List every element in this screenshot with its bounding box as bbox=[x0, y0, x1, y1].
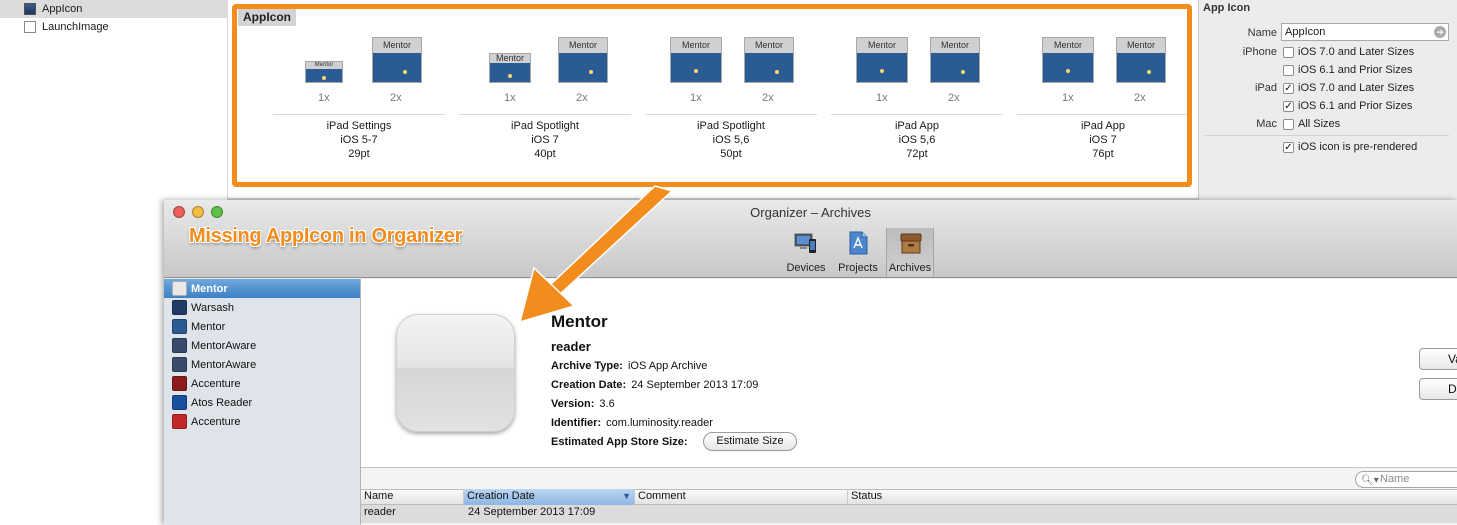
version-row: Version: 3.6 bbox=[551, 398, 615, 410]
column-creation-date[interactable]: Creation Date ▼ bbox=[464, 489, 635, 505]
ipad-label: iPad bbox=[1254, 82, 1277, 94]
placeholder-app-icon bbox=[396, 314, 515, 432]
archive-list-item[interactable]: MentorAware bbox=[164, 355, 360, 374]
sort-descending-icon: ▼ bbox=[622, 491, 631, 501]
name-field[interactable]: AppIcon ➔ bbox=[1281, 23, 1449, 41]
search-icon: 🔍︎▾ bbox=[1361, 475, 1379, 486]
app-thumbnail-icon bbox=[172, 395, 187, 410]
identifier-label: Identifier: bbox=[551, 417, 602, 429]
validate-button-label: Va bbox=[1448, 352, 1457, 366]
validate-button[interactable]: Va bbox=[1419, 348, 1457, 370]
identifier-row: Identifier: com.luminosity.reader bbox=[551, 417, 713, 429]
prerendered-checkbox[interactable]: ✓ bbox=[1283, 142, 1294, 153]
version-value: 3.6 bbox=[599, 398, 615, 410]
column-comment[interactable]: Comment bbox=[635, 489, 848, 505]
row-creation-date-cell: 24 September 2013 17:09 bbox=[468, 506, 596, 518]
archive-list-label: Warsash bbox=[191, 301, 234, 314]
iphone-ios6-label: iOS 6.1 and Prior Sizes bbox=[1298, 64, 1413, 76]
inspector-divider bbox=[1205, 135, 1449, 136]
projects-icon bbox=[849, 231, 868, 255]
inspector-title: App Icon bbox=[1203, 2, 1251, 14]
archive-scheme: reader bbox=[551, 339, 591, 354]
estimate-size-button[interactable]: Estimate Size bbox=[703, 432, 797, 451]
archive-list-item[interactable]: Accenture bbox=[164, 412, 360, 431]
iphone-ios6-checkbox[interactable] bbox=[1283, 65, 1294, 76]
mac-label: Mac bbox=[1256, 118, 1277, 130]
column-name[interactable]: Name bbox=[361, 489, 464, 505]
archive-list-label: Accenture bbox=[191, 415, 241, 428]
toolbar-projects-label: Projects bbox=[838, 262, 878, 274]
row-name-cell: reader bbox=[364, 506, 396, 518]
archive-list-label: Accenture bbox=[191, 377, 241, 390]
archive-list-label: MentorAware bbox=[191, 339, 257, 352]
size-label: Estimated App Store Size: bbox=[551, 436, 688, 448]
archive-list-label: MentorAware bbox=[191, 358, 257, 371]
asset-item-label: AppIcon bbox=[42, 3, 83, 15]
archive-list-item[interactable]: Mentor bbox=[164, 317, 360, 336]
toolbar-devices-label: Devices bbox=[786, 262, 826, 274]
toolbar-devices[interactable]: Devices bbox=[782, 228, 830, 276]
distribute-button-label: Dis bbox=[1448, 382, 1457, 396]
devices-icon bbox=[794, 233, 816, 253]
app-thumbnail-icon bbox=[172, 281, 187, 296]
toolbar-archives[interactable]: Archives bbox=[886, 228, 934, 276]
launch-image-set-icon bbox=[24, 21, 36, 33]
search-placeholder: Name bbox=[1380, 473, 1410, 485]
app-thumbnail-icon bbox=[172, 357, 187, 372]
creation-date-row: Creation Date: 24 September 2013 17:09 bbox=[551, 379, 758, 391]
column-creation-date-label: Creation Date bbox=[467, 490, 535, 502]
archive-list-label: Atos Reader bbox=[191, 396, 253, 409]
app-name: Mentor bbox=[551, 312, 608, 331]
archive-box-icon bbox=[900, 233, 922, 254]
app-thumbnail-icon bbox=[172, 414, 187, 429]
version-label: Version: bbox=[551, 398, 595, 410]
asset-item-label: LaunchImage bbox=[42, 21, 109, 33]
iphone-label: iPhone bbox=[1242, 46, 1277, 58]
app-thumbnail-icon bbox=[172, 300, 187, 315]
iphone-ios7-label: iOS 7.0 and Later Sizes bbox=[1298, 46, 1415, 58]
toolbar-archives-label: Archives bbox=[888, 262, 932, 274]
distribute-button[interactable]: Dis bbox=[1419, 378, 1457, 400]
archive-list-label: Mentor bbox=[191, 282, 228, 295]
ipad-ios7-checkbox[interactable]: ✓ bbox=[1283, 83, 1294, 94]
size-row: Estimated App Store Size: bbox=[551, 436, 693, 448]
archive-type-label: Archive Type: bbox=[551, 360, 623, 372]
creation-date-value: 24 September 2013 17:09 bbox=[631, 379, 759, 391]
app-thumbnail-icon bbox=[172, 338, 187, 353]
app-icon-set-icon bbox=[24, 3, 36, 15]
archive-list-label: Mentor bbox=[191, 320, 226, 333]
name-label: Name bbox=[1247, 27, 1277, 39]
archive-list-item[interactable]: Warsash bbox=[164, 298, 360, 317]
archive-type-value: iOS App Archive bbox=[627, 360, 708, 372]
window-title: Organizer – Archives bbox=[750, 205, 871, 220]
annotation-label: Missing AppIcon in Organizer bbox=[189, 225, 463, 247]
creation-date-label: Creation Date: bbox=[551, 379, 627, 391]
archive-list-item[interactable]: MentorAware bbox=[164, 336, 360, 355]
asset-item-launchimage[interactable]: LaunchImage bbox=[0, 18, 228, 36]
ipad-ios6-label: iOS 6.1 and Prior Sizes bbox=[1298, 100, 1413, 112]
ipad-ios6-checkbox[interactable]: ✓ bbox=[1283, 101, 1294, 112]
archive-list-item[interactable]: Mentor bbox=[164, 279, 360, 298]
archive-list-item[interactable]: Accenture bbox=[164, 374, 360, 393]
mac-all-label: All Sizes bbox=[1298, 118, 1341, 130]
prerendered-label: iOS icon is pre-rendered bbox=[1298, 141, 1418, 153]
highlight-box bbox=[232, 4, 1192, 187]
search-input[interactable]: 🔍︎▾ Name bbox=[1355, 471, 1457, 488]
column-status[interactable]: Status bbox=[848, 489, 1457, 505]
app-thumbnail-icon bbox=[172, 319, 187, 334]
iphone-ios7-checkbox[interactable] bbox=[1283, 47, 1294, 58]
mac-all-checkbox[interactable] bbox=[1283, 119, 1294, 130]
name-value: AppIcon bbox=[1285, 26, 1326, 38]
archive-list-item[interactable]: Atos Reader bbox=[164, 393, 360, 412]
asset-list: AppIcon LaunchImage bbox=[0, 0, 228, 200]
identifier-value: com.luminosity.reader bbox=[606, 417, 713, 429]
archive-detail bbox=[361, 279, 1457, 467]
toolbar-projects[interactable]: Projects bbox=[834, 228, 882, 276]
arrow-right-icon[interactable]: ➔ bbox=[1434, 26, 1446, 38]
archive-type-row: Archive Type: iOS App Archive bbox=[551, 360, 707, 372]
ipad-ios7-label: iOS 7.0 and Later Sizes bbox=[1298, 82, 1415, 94]
asset-item-appicon[interactable]: AppIcon bbox=[0, 0, 228, 18]
app-thumbnail-icon bbox=[172, 376, 187, 391]
